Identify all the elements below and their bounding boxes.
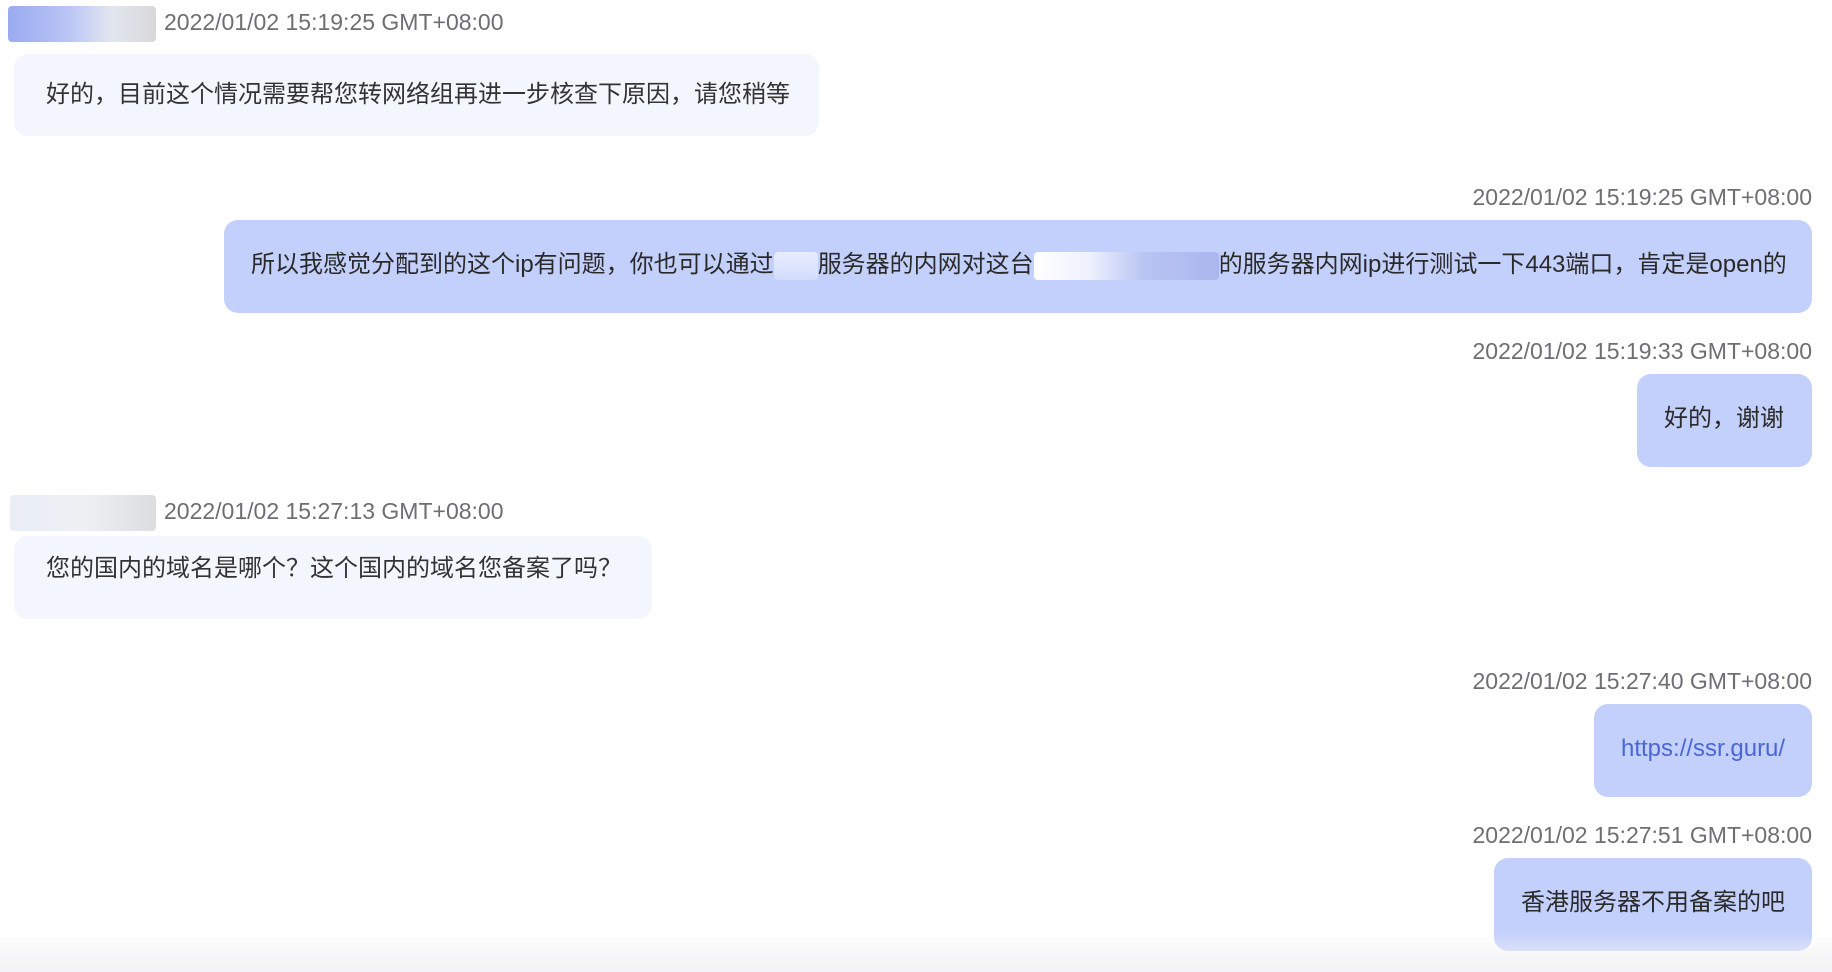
message-bubble-incoming: 您的国内的域名是哪个？这个国内的域名您备案了吗？	[14, 536, 652, 619]
redacted-text	[1033, 251, 1219, 280]
message-link[interactable]: https://ssr.guru/	[1621, 735, 1785, 762]
message-timestamp: 2022/01/02 15:27:13 GMT+08:00	[164, 498, 504, 525]
message-text: 好的，目前这个情况需要帮您转网络组再进一步核查下原因，请您稍等	[46, 81, 790, 108]
message-timestamp: 2022/01/02 15:27:51 GMT+08:00	[1472, 822, 1812, 848]
chat-transcript: 2022/01/02 15:19:25 GMT+08:00 好的，目前这个情况需…	[0, 0, 1832, 972]
message-header: 2022/01/02 15:19:25 GMT+08:00	[8, 6, 504, 42]
sender-name-redacted	[10, 495, 156, 531]
message-timestamp: 2022/01/02 15:19:25 GMT+08:00	[164, 9, 504, 36]
sender-name-redacted	[8, 6, 156, 42]
message-text: 所以我感觉分配到的这个ip有问题，你也可以通过	[251, 251, 774, 278]
message-text: 服务器的内网对这台	[817, 251, 1034, 278]
message-timestamp: 2022/01/02 15:19:25 GMT+08:00	[1472, 184, 1812, 210]
bottom-fade	[0, 932, 1832, 972]
message-text: 的服务器内网ip进行测试一下443端口，肯定是open的	[1218, 251, 1787, 278]
message-text: 好的，谢谢	[1664, 405, 1784, 432]
message-header: 2022/01/02 15:27:13 GMT+08:00	[10, 495, 504, 531]
redacted-text	[773, 251, 818, 280]
message-text: 您的国内的域名是哪个？这个国内的域名您备案了吗？	[46, 555, 622, 582]
message-timestamp: 2022/01/02 15:19:33 GMT+08:00	[1472, 338, 1812, 364]
message-bubble-incoming: 好的，目前这个情况需要帮您转网络组再进一步核查下原因，请您稍等	[14, 54, 819, 136]
message-bubble-outgoing: 所以我感觉分配到的这个ip有问题，你也可以通过 服务器的内网对这台 的服务器内网ip…	[224, 220, 1812, 313]
message-timestamp: 2022/01/02 15:27:40 GMT+08:00	[1472, 668, 1812, 694]
message-bubble-outgoing: 好的，谢谢	[1637, 374, 1812, 467]
message-text: 香港服务器不用备案的吧	[1521, 889, 1785, 916]
message-bubble-outgoing: https://ssr.guru/	[1594, 704, 1812, 797]
